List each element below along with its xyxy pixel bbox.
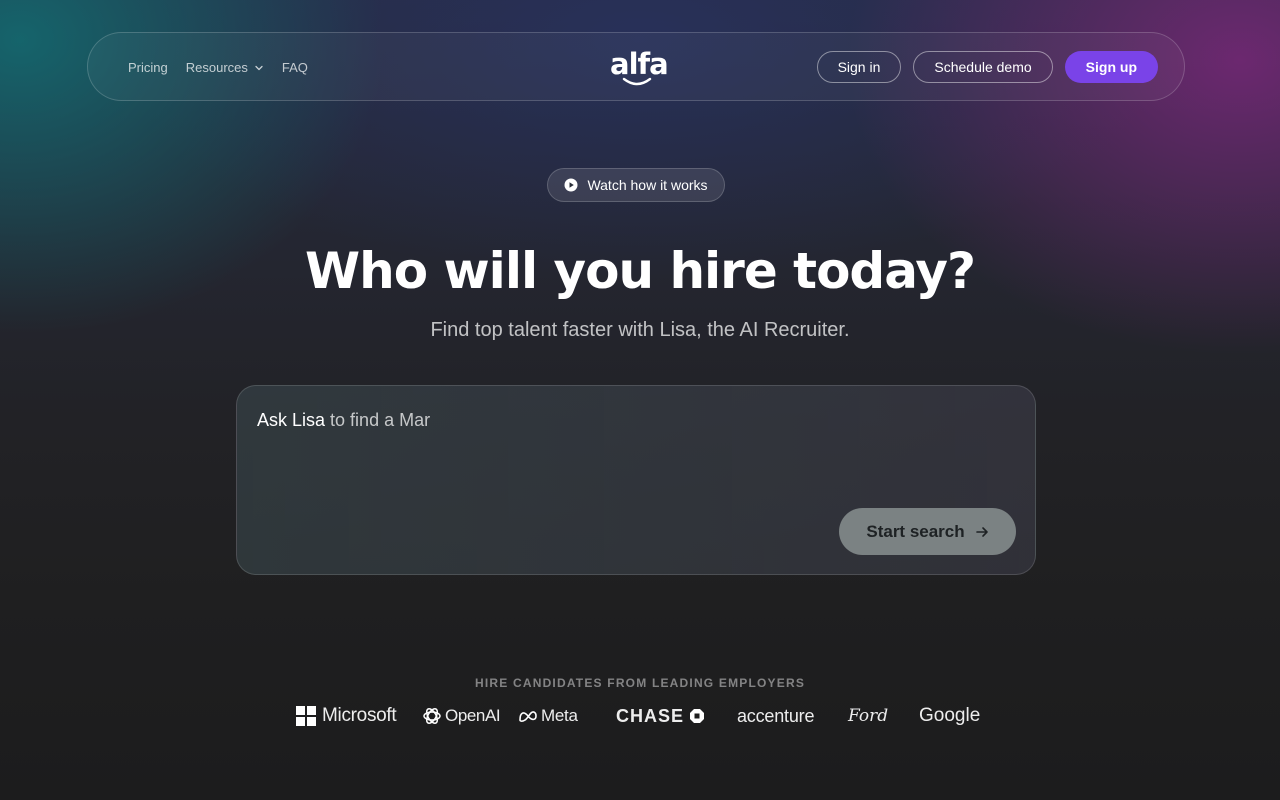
openai-knot-icon [423,708,441,724]
watch-label: Watch how it works [587,177,708,193]
accenture-wordmark: accenture [737,705,815,726]
ford-wordmark: Ford [848,706,889,726]
smile-icon [622,77,652,86]
sign-in-button[interactable]: Sign in [816,51,902,83]
start-search-label: Start search [866,521,965,541]
logo-wordmark: alfa [610,47,669,81]
chase-wordmark: CHASE [616,705,685,726]
start-search-button[interactable]: Start search [839,508,1016,555]
play-icon [564,178,578,192]
nav-link-pricing[interactable]: Pricing [128,60,168,75]
search-text[interactable]: Ask Lisa to find a Mar [257,408,430,432]
arrow-right-icon [975,526,988,537]
nav-link-resources-label: Resources [185,60,248,75]
meta-infinity-icon [519,711,537,722]
search-prefix: Ask Lisa [257,410,326,430]
hero-subtitle: Find top talent faster with Lisa, the AI… [430,319,850,341]
alfa-logo[interactable]: alfa [610,47,669,89]
meta-logo: Meta [518,696,578,736]
google-logo: Google [919,696,980,736]
search-typed-text: to find a Mar [330,410,431,430]
openai-logo: OpenAI [422,696,501,736]
nav-link-faq[interactable]: FAQ [282,60,308,75]
openai-wordmark: OpenAI [445,706,501,725]
watch-how-it-works-button[interactable]: Watch how it works [547,168,725,202]
schedule-demo-button[interactable]: Schedule demo [913,51,1053,83]
ford-logo: Ford [848,696,888,736]
employer-logos: Microsoft OpenAI Meta CHASE accenture Fo… [0,696,1280,736]
accenture-logo: accenture [737,696,814,736]
sign-up-button[interactable]: Sign up [1064,51,1158,83]
chase-logo: CHASE [616,696,705,736]
nav-link-resources[interactable]: Resources [186,60,264,75]
google-wordmark: Google [919,705,981,726]
meta-wordmark: Meta [541,706,578,725]
microsoft-grid-icon [296,706,316,726]
chase-octagon-icon [690,709,705,723]
microsoft-wordmark: Microsoft [322,705,397,726]
search-input[interactable]: Ask Lisa to find a Mar Start search [236,385,1036,575]
microsoft-logo: Microsoft [296,696,397,736]
employers-heading: HIRE CANDIDATES FROM LEADING EMPLOYERS [474,676,806,690]
top-navigation: Pricing Resources FAQ alfa Sign in Sched… [87,32,1185,101]
page-title: Who will you hire today? [304,242,976,300]
chevron-down-icon [255,65,263,70]
